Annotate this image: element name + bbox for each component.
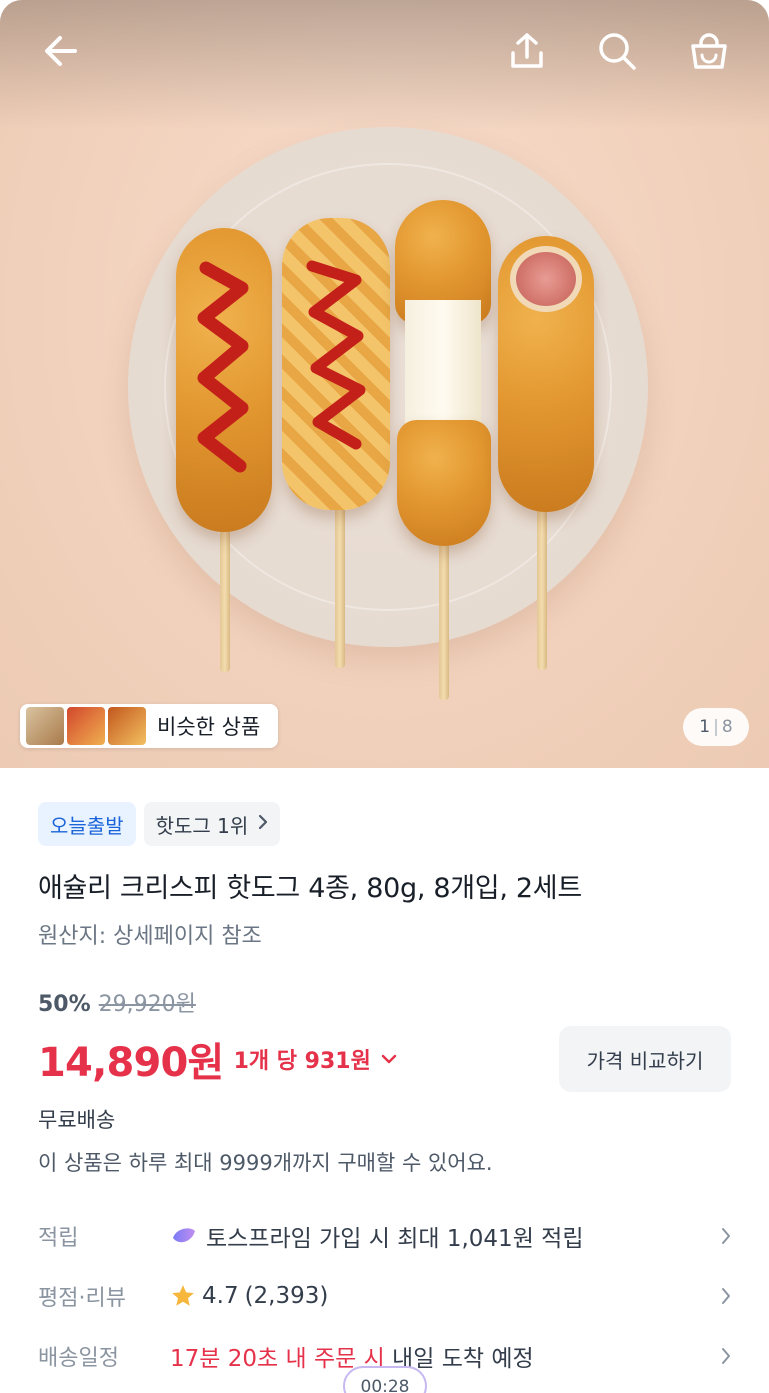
image-top-shade bbox=[0, 0, 769, 130]
shopping-bag-icon bbox=[691, 33, 727, 69]
product-tags: 오늘출발 핫도그 1위 bbox=[38, 802, 281, 846]
sale-price: 14,890원 bbox=[38, 1040, 224, 1086]
search-button[interactable] bbox=[594, 28, 640, 74]
shipping-info: 무료배송 bbox=[38, 1108, 116, 1132]
star-icon bbox=[172, 1285, 194, 1306]
tag-today-ship: 오늘출발 bbox=[38, 802, 136, 846]
product-image-gallery[interactable]: 비슷한 상품 1 | 8 bbox=[0, 0, 769, 768]
similar-thumb bbox=[67, 707, 105, 745]
share-button[interactable] bbox=[504, 28, 550, 74]
price-row: 14,890원 1개 당 931원 bbox=[38, 1030, 397, 1088]
tag-label: 오늘출발 bbox=[50, 813, 124, 838]
similar-thumb bbox=[108, 707, 146, 745]
page-total: 8 bbox=[721, 717, 733, 737]
compare-price-button[interactable]: 가격 비교하기 bbox=[559, 1026, 731, 1092]
unit-price[interactable]: 1개 당 931원 bbox=[234, 1043, 371, 1075]
product-title: 애슐리 크리스피 핫도그 4종, 80g, 8개입, 2세트 bbox=[38, 873, 582, 904]
rating-label: 평점·리뷰 bbox=[38, 1286, 126, 1311]
stick bbox=[335, 500, 345, 668]
hotdog-cheese-bottom bbox=[397, 420, 491, 546]
rating-score: 4.7 bbox=[202, 1283, 239, 1309]
purchase-limit: 이 상품은 하루 최대 9999개까지 구매할 수 있어요. bbox=[38, 1151, 493, 1175]
similar-thumb bbox=[26, 707, 64, 745]
chevron-right-icon bbox=[258, 814, 268, 835]
ketchup-drizzle bbox=[197, 261, 249, 473]
stick bbox=[537, 500, 547, 670]
chevron-right-icon bbox=[711, 1287, 731, 1305]
discount-rate: 50% bbox=[38, 992, 91, 1017]
similar-products-button[interactable]: 비슷한 상품 bbox=[20, 704, 278, 748]
ketchup-drizzle bbox=[306, 260, 366, 450]
page-current: 1 bbox=[699, 717, 711, 737]
rating-row[interactable]: 평점·리뷰 4.7 (2,393) bbox=[38, 1276, 731, 1316]
product-origin: 원산지: 상세페이지 참조 bbox=[38, 924, 262, 949]
cart-button[interactable] bbox=[686, 28, 732, 74]
reward-value: 토스프라임 가입 시 최대 1,041원 적립 bbox=[206, 1226, 584, 1252]
chevron-right-icon bbox=[711, 1227, 731, 1245]
image-page-indicator: 1 | 8 bbox=[683, 708, 749, 746]
arrow-left-icon bbox=[45, 36, 77, 66]
discount-row: 50% 29,920원 bbox=[38, 986, 196, 1018]
search-icon bbox=[599, 33, 636, 70]
tag-ranking[interactable]: 핫도그 1위 bbox=[143, 802, 281, 846]
hotdog-ketchup bbox=[176, 228, 272, 532]
similar-products-label: 비슷한 상품 bbox=[157, 715, 261, 739]
toss-prime-icon bbox=[173, 1228, 195, 1243]
chevron-right-icon bbox=[711, 1347, 731, 1365]
share-upload-icon bbox=[511, 33, 543, 68]
reward-label: 적립 bbox=[38, 1226, 79, 1251]
hotdog-potato bbox=[282, 218, 390, 510]
back-button[interactable] bbox=[38, 28, 84, 74]
reward-row[interactable]: 적립 토스프라임 가입 시 최대 1,041원 적립 bbox=[38, 1216, 731, 1256]
delivery-value-wrap: 17분 20초 내 주문 시 내일 도착 예정 bbox=[170, 1339, 711, 1373]
sausage-cross-section bbox=[510, 246, 582, 312]
stick bbox=[439, 530, 449, 700]
delivery-label: 배송일정 bbox=[38, 1346, 119, 1371]
reward-value-wrap: 토스프라임 가입 시 최대 1,041원 적립 bbox=[170, 1219, 711, 1253]
tag-label: 핫도그 1위 bbox=[155, 813, 249, 838]
floating-timer[interactable]: 00:28 bbox=[343, 1366, 427, 1393]
rating-value-wrap: 4.7 (2,393) bbox=[170, 1283, 711, 1309]
review-count: (2,393) bbox=[244, 1283, 329, 1309]
original-price: 29,920원 bbox=[98, 992, 196, 1017]
chevron-down-icon[interactable] bbox=[381, 1054, 397, 1064]
